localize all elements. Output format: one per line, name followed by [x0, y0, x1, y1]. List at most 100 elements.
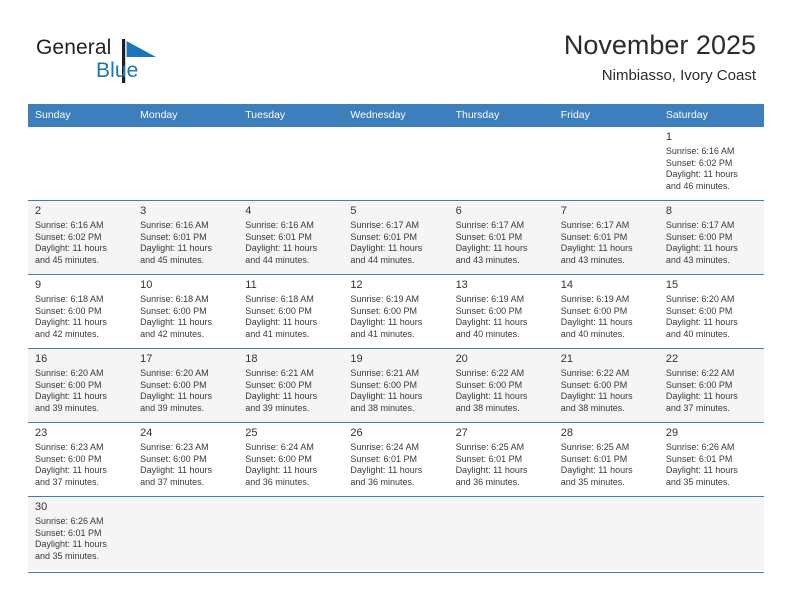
day-details: Sunrise: 6:16 AM Sunset: 6:02 PM Daylight:…: [659, 146, 764, 192]
calendar-day-cell[interactable]: 26 Sunrise: 6:24 AM Sunset: 6:01 PM Dayligh…: [343, 422, 449, 497]
calendar-day-cell[interactable]: 25 Sunrise: 6:24 AM Sunset: 6:00 PM Dayligh…: [238, 422, 344, 497]
sunrise-text: Sunrise: 6:23 AM: [35, 442, 104, 452]
calendar-cell-empty: [553, 496, 659, 570]
day-details: Sunrise: 6:23 AM Sunset: 6:00 PM Daylight:…: [133, 442, 238, 488]
calendar-day-cell[interactable]: 17 Sunrise: 6:20 AM Sunset: 6:00 PM Dayligh…: [133, 348, 239, 423]
calendar-day-cell[interactable]: 20 Sunrise: 6:22 AM Sunset: 6:00 PM Dayligh…: [448, 348, 554, 423]
daylight-text-line2: and 42 minutes.: [35, 328, 100, 339]
day-details: Sunrise: 6:26 AM Sunset: 6:01 PM Daylight:…: [28, 516, 133, 562]
day-number: 3: [140, 205, 147, 217]
day-number: 1: [665, 131, 672, 143]
calendar-day-cell[interactable]: 4 Sunrise: 6:16 AM Sunset: 6:01 PM Daylight…: [238, 200, 344, 275]
calendar-cell-empty: [553, 126, 659, 201]
day-details: Sunrise: 6:17 AM Sunset: 6:00 PM Daylight:…: [659, 220, 764, 266]
calendar-day-cell[interactable]: 27 Sunrise: 6:25 AM Sunset: 6:01 PM Dayligh…: [448, 422, 554, 497]
sunset-text: Sunset: 6:02 PM: [35, 231, 102, 242]
calendar-day-cell[interactable]: 21 Sunrise: 6:22 AM Sunset: 6:00 PM Dayligh…: [553, 348, 659, 423]
day-details: Sunrise: 6:20 AM Sunset: 6:00 PM Daylight:…: [133, 368, 238, 414]
calendar-day-cell[interactable]: 14 Sunrise: 6:19 AM Sunset: 6:00 PM Dayligh…: [553, 274, 659, 349]
daylight-text-line1: Daylight: 11 hours: [245, 391, 318, 402]
calendar-day-cell[interactable]: 12 Sunrise: 6:19 AM Sunset: 6:00 PM Dayligh…: [343, 274, 449, 349]
calendar-day-cell[interactable]: 24 Sunrise: 6:23 AM Sunset: 6:00 PM Dayligh…: [133, 422, 239, 497]
weekday-header-saturday: Saturday: [658, 104, 764, 127]
sunrise-text: Sunrise: 6:19 AM: [560, 294, 630, 304]
sunrise-text: Sunrise: 6:17 AM: [455, 220, 525, 230]
daylight-text-line1: Daylight: 11 hours: [560, 465, 633, 476]
calendar-grid: Sunday Monday Tuesday Wednesday Thursday…: [28, 104, 764, 570]
calendar-day-cell[interactable]: 11 Sunrise: 6:18 AM Sunset: 6:00 PM Dayligh…: [238, 274, 344, 349]
calendar-day-cell[interactable]: 22 Sunrise: 6:22 AM Sunset: 6:00 PM Dayligh…: [658, 348, 764, 423]
day-details: Sunrise: 6:17 AM Sunset: 6:01 PM Daylight:…: [449, 220, 554, 266]
sunrise-text: Sunrise: 6:19 AM: [350, 294, 419, 304]
sunset-text: Sunset: 6:00 PM: [140, 379, 207, 390]
sunset-text: Sunset: 6:00 PM: [455, 379, 523, 390]
day-number: 17: [140, 353, 153, 365]
daylight-text-line2: and 43 minutes.: [455, 254, 520, 265]
calendar-day-cell[interactable]: 15 Sunrise: 6:20 AM Sunset: 6:00 PM Dayligh…: [658, 274, 764, 349]
sunset-text: Sunset: 6:00 PM: [35, 379, 102, 390]
calendar-cell-empty: [133, 496, 239, 570]
day-number: 28: [560, 427, 573, 439]
daylight-text-line2: and 40 minutes.: [560, 328, 625, 339]
daylight-text-line1: Daylight: 11 hours: [350, 243, 423, 254]
weekday-header-tuesday: Tuesday: [238, 104, 344, 127]
daylight-text-line2: and 35 minutes.: [35, 550, 100, 561]
calendar-day-cell[interactable]: 5 Sunrise: 6:17 AM Sunset: 6:01 PM Daylight…: [343, 200, 449, 275]
weekday-header-friday: Friday: [553, 104, 659, 127]
calendar-day-cell[interactable]: 6 Sunrise: 6:17 AM Sunset: 6:01 PM Daylight…: [448, 200, 554, 275]
weekday-header-thursday: Thursday: [448, 104, 554, 127]
daylight-text-line1: Daylight: 11 hours: [455, 317, 528, 328]
day-details: Sunrise: 6:19 AM Sunset: 6:00 PM Daylight:…: [343, 294, 448, 340]
daylight-text-line2: and 37 minutes.: [140, 476, 205, 487]
calendar-day-cell[interactable]: 10 Sunrise: 6:18 AM Sunset: 6:00 PM Dayligh…: [133, 274, 239, 349]
sunrise-text: Sunrise: 6:19 AM: [455, 294, 525, 304]
calendar-day-cell[interactable]: 13 Sunrise: 6:19 AM Sunset: 6:00 PM Dayligh…: [448, 274, 554, 349]
sunset-text: Sunset: 6:01 PM: [35, 527, 102, 538]
sunset-text: Sunset: 6:01 PM: [560, 231, 628, 242]
calendar-day-cell[interactable]: 3 Sunrise: 6:16 AM Sunset: 6:01 PM Daylight…: [133, 200, 239, 275]
sunrise-text: Sunrise: 6:17 AM: [665, 220, 735, 230]
daylight-text-line1: Daylight: 11 hours: [455, 243, 528, 254]
calendar-day-cell[interactable]: 7 Sunrise: 6:17 AM Sunset: 6:01 PM Daylight…: [553, 200, 659, 275]
day-number: 19: [350, 353, 363, 365]
calendar-day-cell[interactable]: 8 Sunrise: 6:17 AM Sunset: 6:00 PM Daylight…: [658, 200, 764, 275]
calendar-day-cell[interactable]: 29 Sunrise: 6:26 AM Sunset: 6:01 PM Dayligh…: [658, 422, 764, 497]
calendar-day-cell[interactable]: 2 Sunrise: 6:16 AM Sunset: 6:02 PM Daylight…: [28, 200, 134, 275]
sunset-text: Sunset: 6:00 PM: [350, 379, 417, 390]
sunset-text: Sunset: 6:00 PM: [140, 453, 207, 464]
sunrise-text: Sunrise: 6:17 AM: [350, 220, 419, 230]
daylight-text-line1: Daylight: 11 hours: [560, 391, 633, 402]
day-details: Sunrise: 6:16 AM Sunset: 6:01 PM Daylight:…: [238, 220, 343, 266]
calendar-cell-empty: [238, 496, 344, 570]
calendar-week-row: 1 Sunrise: 6:16 AM Sunset: 6:02 PM Daylight…: [28, 126, 764, 201]
general-blue-logo[interactable]: General Blue: [36, 36, 226, 92]
daylight-text-line2: and 45 minutes.: [35, 254, 100, 265]
calendar-day-cell[interactable]: 9 Sunrise: 6:18 AM Sunset: 6:00 PM Daylight…: [28, 274, 134, 349]
daylight-text-line1: Daylight: 11 hours: [665, 243, 738, 254]
daylight-text-line1: Daylight: 11 hours: [665, 169, 738, 180]
calendar-week-row: 16 Sunrise: 6:20 AM Sunset: 6:00 PM Dayligh…: [28, 348, 764, 423]
calendar-day-cell[interactable]: 30 Sunrise: 6:26 AM Sunset: 6:01 PM Dayligh…: [28, 496, 134, 570]
day-number: 11: [245, 279, 257, 291]
calendar-day-cell[interactable]: 28 Sunrise: 6:25 AM Sunset: 6:01 PM Dayligh…: [553, 422, 659, 497]
calendar-day-cell[interactable]: 18 Sunrise: 6:21 AM Sunset: 6:00 PM Dayligh…: [238, 348, 344, 423]
calendar-day-cell[interactable]: 19 Sunrise: 6:21 AM Sunset: 6:00 PM Dayligh…: [343, 348, 449, 423]
calendar-bottom-rule: [28, 572, 764, 573]
calendar-cell-empty: [238, 126, 344, 201]
daylight-text-line1: Daylight: 11 hours: [665, 317, 738, 328]
calendar-cell-empty: [343, 126, 449, 201]
calendar-day-cell[interactable]: 16 Sunrise: 6:20 AM Sunset: 6:00 PM Dayligh…: [28, 348, 134, 423]
calendar-day-cell[interactable]: 1 Sunrise: 6:16 AM Sunset: 6:02 PM Daylight…: [658, 126, 764, 201]
daylight-text-line2: and 43 minutes.: [665, 254, 730, 265]
day-number: 29: [665, 427, 679, 439]
calendar-day-cell[interactable]: 23 Sunrise: 6:23 AM Sunset: 6:00 PM Dayligh…: [28, 422, 134, 497]
page-title: November 2025: [563, 30, 756, 60]
day-details: Sunrise: 6:18 AM Sunset: 6:00 PM Daylight:…: [133, 294, 238, 340]
sunrise-text: Sunrise: 6:25 AM: [455, 442, 525, 452]
day-details: Sunrise: 6:24 AM Sunset: 6:01 PM Daylight:…: [343, 442, 448, 488]
day-number: 2: [35, 205, 42, 217]
sunset-text: Sunset: 6:02 PM: [665, 157, 733, 168]
daylight-text-line1: Daylight: 11 hours: [140, 243, 213, 254]
sunrise-text: Sunrise: 6:17 AM: [560, 220, 630, 230]
day-details: Sunrise: 6:21 AM Sunset: 6:00 PM Daylight:…: [343, 368, 448, 414]
